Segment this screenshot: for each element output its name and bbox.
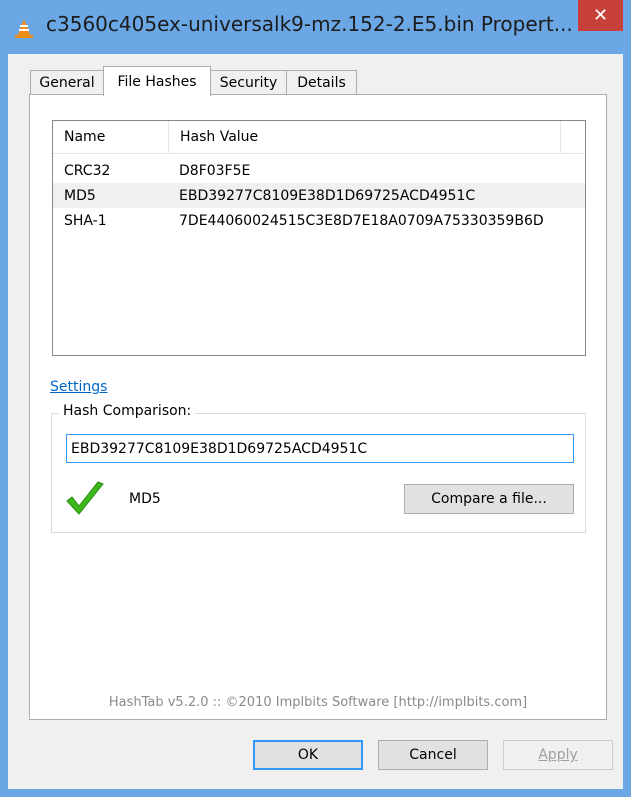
row-hash: 7DE44060024515C3E8D7E18A0709A75330359B6D <box>179 212 544 229</box>
list-header: Name Hash Value <box>53 121 585 154</box>
column-header-hash-value[interactable]: Hash Value <box>169 121 561 153</box>
title-bar[interactable]: c3560c405ex-universalk9-mz.152-2.E5.bin … <box>0 0 631 54</box>
apply-button[interactable]: Apply <box>503 740 613 770</box>
checkmark-icon <box>64 478 106 520</box>
properties-window: c3560c405ex-universalk9-mz.152-2.E5.bin … <box>0 0 631 797</box>
list-row-md5[interactable]: MD5 EBD39277C8109E38D1D69725ACD4951C <box>53 183 585 208</box>
match-algorithm-label: MD5 <box>129 491 161 507</box>
column-header-name[interactable]: Name <box>53 121 169 153</box>
close-icon: ✕ <box>592 5 609 26</box>
window-title: c3560c405ex-universalk9-mz.152-2.E5.bin … <box>46 12 573 36</box>
ok-button[interactable]: OK <box>253 740 363 770</box>
tab-general[interactable]: General <box>30 70 104 94</box>
list-row-sha1[interactable]: SHA-1 7DE44060024515C3E8D7E18A0709A75330… <box>53 208 585 233</box>
cancel-button[interactable]: Cancel <box>378 740 488 770</box>
settings-link[interactable]: Settings <box>50 379 107 395</box>
vlc-cone-icon <box>13 18 35 40</box>
hash-comparison-label: Hash Comparison: <box>59 403 196 419</box>
dialog-client: General File Hashes Security Details Nam… <box>8 54 623 789</box>
row-hash: EBD39277C8109E38D1D69725ACD4951C <box>179 187 476 204</box>
row-hash: D8F03F5E <box>179 162 251 179</box>
hash-list[interactable]: Name Hash Value CRC32 D8F03F5E MD5 EBD39… <box>52 120 586 356</box>
close-button[interactable]: ✕ <box>578 0 623 31</box>
hash-comparison-input[interactable]: EBD39277C8109E38D1D69725ACD4951C <box>66 434 574 463</box>
row-name: MD5 <box>64 187 96 204</box>
tab-file-hashes[interactable]: File Hashes <box>103 66 211 96</box>
tab-details[interactable]: Details <box>286 70 357 94</box>
hash-comparison-group: Hash Comparison: EBD39277C8109E38D1D6972… <box>51 403 586 533</box>
file-hashes-panel: Name Hash Value CRC32 D8F03F5E MD5 EBD39… <box>29 94 607 720</box>
row-name: SHA-1 <box>64 212 107 229</box>
list-row-crc32[interactable]: CRC32 D8F03F5E <box>53 158 585 183</box>
row-name: CRC32 <box>64 162 111 179</box>
tab-security[interactable]: Security <box>210 70 287 94</box>
compare-file-button[interactable]: Compare a file... <box>404 484 574 514</box>
hashtab-credit: HashTab v5.2.0 :: ©2010 Implbits Softwar… <box>108 695 528 710</box>
